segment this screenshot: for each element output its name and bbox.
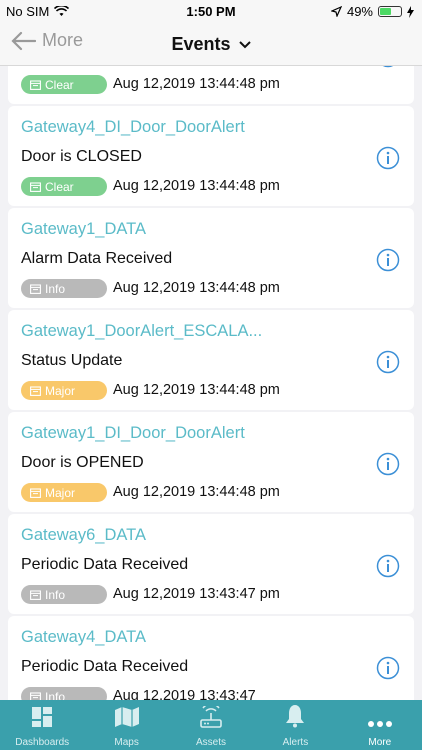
map-icon [114, 706, 140, 737]
page-title-dropdown[interactable]: Events [0, 34, 422, 55]
charging-bolt-icon [407, 5, 414, 18]
dashboard-icon [31, 706, 53, 737]
tab-label: Alerts [282, 737, 309, 748]
event-timestamp: Aug 12,2019 13:44:48 pm [113, 280, 280, 296]
calendar-icon [30, 691, 41, 700]
severity-label: Major [45, 485, 76, 500]
severity-label: Info [45, 587, 66, 602]
event-timestamp: Aug 12,2019 13:44:48 pm [113, 178, 280, 194]
event-timestamp: Aug 12,2019 13:44:48 pm [113, 484, 280, 500]
info-icon[interactable] [376, 350, 400, 374]
more-icon [367, 720, 393, 737]
severity-badge: Info [21, 687, 107, 700]
event-message: Alarm Data Received [21, 250, 173, 267]
status-right: 49% [330, 4, 414, 19]
event-card[interactable]: Gateway4_DATA Periodic Data Received Inf… [8, 616, 414, 700]
calendar-icon [30, 283, 41, 294]
events-list[interactable]: Status Update Clear Aug 12,2019 13:44:48… [0, 66, 422, 700]
event-message: Door is CLOSED [21, 148, 142, 165]
severity-label: Info [45, 689, 66, 701]
tab-more[interactable]: More [338, 700, 422, 750]
event-card[interactable]: Gateway1_DoorAlert_ESCALA... Status Upda… [8, 310, 414, 410]
severity-label: Major [45, 383, 76, 398]
info-icon[interactable] [376, 656, 400, 680]
event-source: Gateway6_DATA [21, 526, 147, 544]
navigation-bar: More Events [0, 22, 422, 66]
chevron-down-icon [238, 41, 251, 49]
event-source: Gateway4_DI_Door_DoorAlert [21, 118, 245, 136]
location-arrow-icon [330, 6, 342, 17]
event-card[interactable]: Status Update Clear Aug 12,2019 13:44:48… [8, 66, 414, 104]
event-source: Gateway1_DATA [21, 220, 147, 238]
info-icon[interactable] [376, 66, 400, 68]
event-source: Gateway4_DATA [21, 628, 147, 646]
event-message: Status Update [21, 352, 123, 369]
severity-badge: Major [21, 483, 107, 502]
bell-icon [285, 704, 305, 737]
severity-badge: Info [21, 279, 107, 298]
event-source: Gateway1_DoorAlert_ESCALA... [21, 322, 263, 340]
severity-badge: Clear [21, 177, 107, 196]
event-timestamp: Aug 12,2019 13:43:47 [113, 688, 256, 700]
calendar-icon [30, 79, 41, 90]
severity-label: Clear [45, 77, 74, 92]
info-icon[interactable] [376, 146, 400, 170]
event-card[interactable]: Gateway6_DATA Periodic Data Received Inf… [8, 514, 414, 614]
battery-percent: 49% [346, 4, 373, 19]
router-icon [199, 703, 223, 737]
event-message: Door is OPENED [21, 454, 144, 471]
page-title: Events [171, 34, 231, 54]
severity-badge: Clear [21, 75, 107, 94]
calendar-icon [30, 181, 41, 192]
status-bar: No SIM 1:50 PM 49% [0, 0, 422, 22]
tab-alerts[interactable]: Alerts [253, 700, 337, 750]
event-card[interactable]: Gateway1_DI_Door_DoorAlert Door is OPENE… [8, 412, 414, 512]
severity-label: Info [45, 281, 66, 296]
tab-label: Maps [114, 737, 139, 748]
event-message: Periodic Data Received [21, 658, 189, 675]
severity-label: Clear [45, 179, 74, 194]
severity-badge: Info [21, 585, 107, 604]
tab-label: Assets [196, 737, 227, 748]
severity-badge: Major [21, 381, 107, 400]
info-icon[interactable] [376, 248, 400, 272]
event-card[interactable]: Gateway1_DATA Alarm Data Received Info A… [8, 208, 414, 308]
event-timestamp: Aug 12,2019 13:44:48 pm [113, 76, 280, 92]
tab-label: Dashboards [15, 737, 70, 748]
info-icon[interactable] [376, 554, 400, 578]
battery-icon [378, 6, 402, 17]
tab-maps[interactable]: Maps [84, 700, 168, 750]
event-timestamp: Aug 12,2019 13:43:47 pm [113, 586, 280, 602]
event-source: Gateway1_DI_Door_DoorAlert [21, 424, 245, 442]
event-card[interactable]: Gateway4_DI_Door_DoorAlert Door is CLOSE… [8, 106, 414, 206]
tab-label: More [368, 737, 392, 748]
event-message: Periodic Data Received [21, 556, 189, 573]
tab-assets[interactable]: Assets [169, 700, 253, 750]
tab-bar: Dashboards Maps Assets Alerts More [0, 700, 422, 750]
info-icon[interactable] [376, 452, 400, 476]
tab-dashboards[interactable]: Dashboards [0, 700, 84, 750]
calendar-icon [30, 487, 41, 498]
calendar-icon [30, 385, 41, 396]
calendar-icon [30, 589, 41, 600]
event-timestamp: Aug 12,2019 13:44:48 pm [113, 382, 280, 398]
